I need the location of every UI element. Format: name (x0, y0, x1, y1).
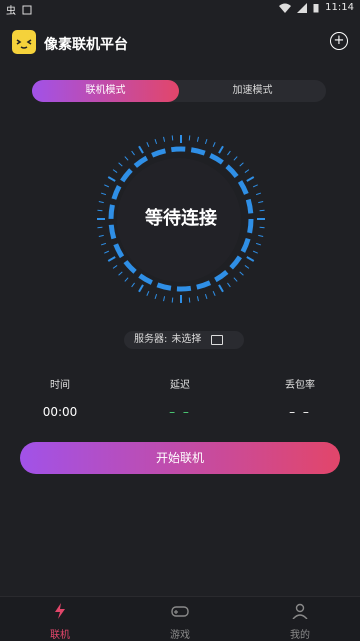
nav-item-profile[interactable]: 我的 (270, 603, 330, 641)
notification-icon (22, 5, 32, 14)
dial-tick (258, 201, 264, 204)
dial-tick (255, 192, 262, 196)
dial-tick (131, 150, 135, 156)
dial-tick (188, 297, 191, 303)
stat-time-value: 00:00 (42, 405, 78, 419)
dial-tick (244, 265, 250, 269)
dial-tick (188, 135, 191, 141)
tab-online-mode[interactable]: 联机模式 (32, 80, 179, 102)
dial-tick (124, 156, 129, 161)
dial-tick (138, 145, 144, 154)
connection-status-text: 等待连接 (145, 208, 217, 229)
dial-tick (196, 136, 199, 142)
mode-tabs: 联机模式 加速模式 (32, 80, 326, 102)
dial-tick (154, 293, 158, 300)
status-time: 11:14 (325, 2, 354, 13)
wifi-icon (279, 3, 292, 13)
stats-row: 时间 00:00 延迟 – – 丢包率 – – (0, 376, 360, 419)
dial-tick (112, 265, 118, 269)
dial-tick (239, 162, 244, 167)
dial-tick (100, 192, 107, 196)
nav-item-games[interactable]: 游戏 (150, 603, 210, 641)
server-selector[interactable]: 服务器: 未选择 (124, 331, 244, 349)
app-title: 像素联机平台 (44, 37, 128, 53)
dial-tick (163, 136, 166, 142)
dial-tick (258, 234, 264, 237)
dial-tick (146, 290, 150, 296)
dial-tick (124, 277, 129, 282)
battery-icon (313, 3, 319, 12)
tab-accelerate-mode[interactable]: 加速模式 (179, 80, 326, 102)
server-value: 未选择 (171, 334, 202, 345)
dial-tick (252, 250, 258, 254)
lightning-icon (55, 603, 65, 619)
stat-loss: 丢包率 – – (260, 376, 340, 419)
dial-tick (107, 176, 116, 182)
stat-loss-value: – – (289, 405, 311, 419)
dial-tick (218, 284, 224, 293)
dial-tick (233, 156, 238, 161)
dial-tick (204, 293, 208, 300)
nav-label-games: 游戏 (170, 630, 190, 641)
dial-tick (204, 138, 208, 145)
nav-label-profile: 我的 (290, 630, 310, 641)
dial-tick (98, 234, 104, 237)
dial-tick (218, 145, 224, 154)
dial-tick (104, 184, 110, 188)
stat-delay: 延迟 – – (140, 376, 220, 419)
signal-icon (297, 2, 308, 13)
stat-delay-value: – – (169, 405, 191, 419)
bottom-nav: 联机 游戏 我的 (0, 596, 360, 641)
start-connect-button[interactable]: 开始联机 (20, 442, 340, 474)
server-list-icon (211, 335, 224, 345)
nav-label-connect: 联机 (50, 630, 70, 641)
stat-loss-label: 丢包率 (285, 380, 315, 391)
dial-tick (212, 290, 216, 296)
dial-tick (107, 256, 116, 262)
dial-tick (171, 297, 174, 303)
dial-tick (138, 284, 144, 293)
dial-tick (118, 162, 123, 167)
dial-tick (246, 256, 255, 262)
stat-time-label: 时间 (50, 380, 70, 391)
dial-tick (212, 142, 216, 148)
user-icon (292, 603, 308, 620)
dial-tick (146, 142, 150, 148)
dial-tick (118, 271, 123, 276)
status-bar-left-label: 虫 (6, 6, 16, 17)
stat-delay-label: 延迟 (170, 380, 190, 391)
dial-tick (154, 138, 158, 145)
dial-tick (255, 242, 262, 246)
dial-tick (171, 135, 174, 141)
server-label: 服务器: (134, 334, 168, 345)
dial-tick (104, 250, 110, 254)
app-bar: 像素联机平台 + (0, 28, 360, 62)
dial-tick (163, 296, 166, 302)
dial-tick (196, 296, 199, 302)
nav-item-connect[interactable]: 联机 (30, 603, 90, 641)
status-bar: 虫 11:14 (0, 0, 360, 18)
add-icon[interactable]: + (330, 32, 348, 50)
dial-tick (227, 150, 231, 156)
dial-tick (98, 201, 104, 204)
dial-tick (100, 242, 107, 246)
stat-time: 时间 00:00 (20, 376, 100, 419)
gamepad-icon (171, 606, 189, 617)
dial-tick (233, 277, 238, 282)
dial-tick (244, 169, 250, 173)
dial-tick (131, 282, 135, 288)
app-logo-icon (12, 30, 36, 54)
dial-tick (252, 184, 258, 188)
dial-tick (112, 169, 118, 173)
dial-tick (227, 282, 231, 288)
dial-tick (239, 271, 244, 276)
dial-tick (246, 176, 255, 182)
